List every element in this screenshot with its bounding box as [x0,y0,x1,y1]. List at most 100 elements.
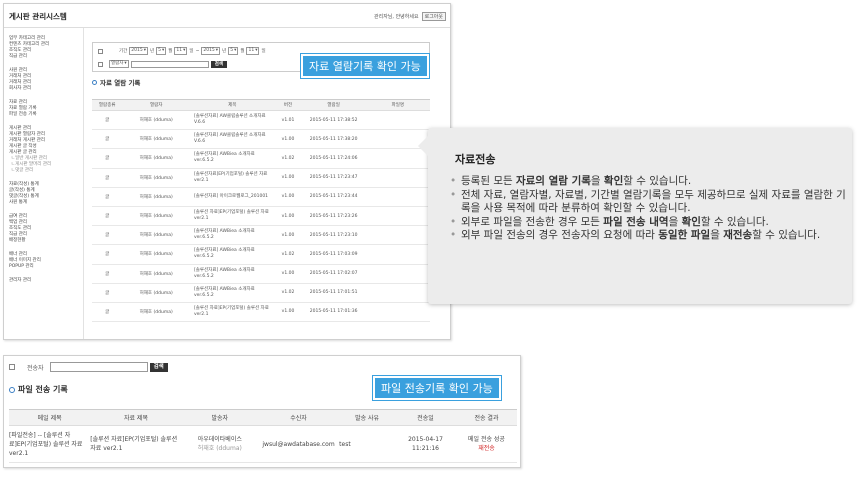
feature-tooltip: 자료전송 등록된 모든 자료의 열람 기록을 확인할 수 있습니다.전체 자료,… [418,128,852,304]
title-cell[interactable]: [솔루션 자료]EP(기업포털) 솔루션 자료 ver2.1 [190,206,275,227]
end-year-select[interactable]: 2015 [201,47,221,55]
table-row[interactable]: 글 허재호 (dduma) [솔루션자료] AW클립솔루션 소개자료 V.6.6 v1… [92,129,430,150]
table-row[interactable]: 글 허재호 (dduma) [솔루션자료] AWBiea 소개자료 ver.6.5.… [92,148,430,169]
tooltip-title: 자료전송 [455,153,496,166]
column-header[interactable]: 제목 [190,99,275,111]
column-header[interactable]: 발송 사유 [339,409,396,426]
resend-link[interactable]: 재전송 [456,444,517,453]
table-row[interactable]: 글 허재호 (dduma) [솔루션 자료]EP(기업포털) 솔루션 자료 ver2… [92,206,430,227]
sidebar-item[interactable]: POPUP 관리 [9,264,83,270]
sidebar-item[interactable]: ㄴ댓글 관리 [9,168,83,174]
field-select[interactable]: 열람자 [109,60,129,68]
title-cell[interactable]: [솔루션자료]EP(기업포털) 솔루션 자료 ver2.1 [190,168,275,188]
sidebar-item[interactable]: 사원 통계 [9,200,83,206]
sidebar-item[interactable]: 파일 전송 기록 [9,112,83,118]
date-cell: 2015-05-11 17:23:26 [301,206,366,227]
table-row[interactable]: 글 허재호 (dduma) [솔루션자료] AWBiea 소개자료 ver.6.5.… [92,283,430,303]
tooltip-text: 을 [590,175,604,187]
sender-label: 전송자 [27,364,44,372]
sidebar-item[interactable]: 회사자 관리 [9,86,83,92]
column-header[interactable]: 수신자 [257,409,340,426]
doc-title-cell[interactable]: [솔루션 자료]EP(기업포털) 솔루션 자료 ver2.1 [90,425,182,463]
kind-cell: 글 [92,264,123,284]
filename-cell [365,225,430,246]
month-unit: 월 [240,49,245,54]
table-row[interactable]: 글 허재호 (dduma) [솔루션자료]EP(기업포털) 솔루션 자료 ver2.… [92,168,430,188]
date-cell: 2015-05-11 17:23:10 [301,225,366,246]
sidebar-group: 사원 관리 거래처 관리 거래처 관리 회사자 관리 [9,68,83,92]
viewer-cell: 허재호 (dduma) [122,302,190,323]
start-year-select[interactable]: 2015 [129,47,148,55]
table-row[interactable]: 글 허재호 (dduma) [솔루션자료] AW클립솔루션 소개자료 V.6.6 v1… [92,110,430,131]
title-cell[interactable]: [솔루션자료] AWBiea 소개자료 ver.6.5.2 [190,264,275,284]
view-log-callout: 자료 열람기록 확인 가능 [301,54,429,78]
title-cell[interactable]: [솔루션자료] AWBiea 소개자료 ver.6.5.2 [190,244,275,265]
version-cell: v1.00 [274,129,302,150]
sender-search-button[interactable]: 검색 [149,362,168,372]
table-row[interactable]: 글 허재호 (dduma) [솔루션자료] AWBiea 소개자료 ver.6.5.… [92,244,430,265]
table-row[interactable]: 글 허재호 (dduma) [솔루션 자료]EP(기업포털) 솔루션 자료 ver2… [92,302,430,323]
viewer-cell: 허재호 (dduma) [122,283,190,303]
search-input[interactable] [130,60,209,68]
title-cell[interactable]: [솔루션자료] AW클립솔루션 소개자료 V.6.6 [190,129,275,150]
column-header[interactable]: 발송자 [181,409,258,426]
field-checkbox[interactable] [98,61,103,67]
start-month-select[interactable]: 5 [156,47,167,55]
search-button[interactable]: 검색 [210,60,227,68]
tooltip-text: 할 수 있습니다. [700,215,769,228]
column-header[interactable]: 자료 제목 [90,409,182,426]
sidebar-item[interactable]: 관리자 관리 [9,278,83,284]
filename-cell [365,283,430,303]
viewer-cell: 허재호 (dduma) [122,264,190,284]
greeting-text: 관리자님, 안녕하세요 [374,14,419,20]
period-checkbox[interactable] [98,48,103,54]
title-cell[interactable]: [솔루션자료] AWBiea 소개자료 ver.6.5.2 [190,148,275,169]
title-cell[interactable]: [솔루션 자료]EP(기업포털) 솔루션 자료 ver2.1 [190,302,275,323]
title-cell[interactable]: [솔루션자료] AWBiea 소개자료 ver.6.5.2 [190,225,275,246]
mail-title-cell[interactable]: [파일전송] -- [솔루션 자료]EP(기업포털) 솔루션 자료 ver2.1 [9,425,91,463]
column-header[interactable]: 열람종류 [92,99,123,111]
sidebar-item[interactable]: 배정현황 [9,238,83,244]
column-header[interactable]: 열람자 [122,99,190,111]
top-bar: 게시판 관리시스템 관리자님, 안녕하세요 로그아웃 [4,4,450,28]
end-month-select[interactable]: 5 [228,47,239,55]
table-row[interactable]: 글 허재호 (dduma) [솔루션자료] 아이크로웹로그_201001 v1.00 2… [92,187,430,207]
app-title: 게시판 관리시스템 [9,12,67,21]
sender-checkbox[interactable] [9,364,15,370]
tooltip-text: 할 수 있습니다. [752,229,821,241]
sidebar-group: 배너 관리 배너 이미지 관리 POPUP 관리 [9,252,83,270]
column-header[interactable]: 버전 [274,99,302,111]
table-row[interactable]: 글 허재호 (dduma) [솔루션자료] AWBiea 소개자료 ver.6.5.… [92,264,430,284]
column-header[interactable]: 메일 제목 [9,409,91,426]
filename-cell [365,168,430,188]
file-transfer-callout: 파일 전송기록 확인 가능 [373,376,501,400]
viewer-cell: 허재호 (dduma) [122,148,190,169]
start-day-select[interactable]: 11 [174,47,188,55]
table-row[interactable]: 글 허재호 (dduma) [솔루션자료] AWBiea 소개자료 ver.6.5.… [92,225,430,246]
title-cell[interactable]: [솔루션자료] AWBiea 소개자료 ver.6.5.2 [190,283,275,303]
column-header[interactable]: 파일명 [365,99,430,111]
filename-cell [365,244,430,265]
sender-input[interactable] [49,362,148,372]
column-header[interactable]: 전송일 [395,409,456,426]
sidebar: 업무 카테고리 관리 컨텐츠 카테고리 관리 조직도 관리 직급 관리 사원 관리 거래처… [4,28,84,339]
table-row[interactable]: [파일전송] -- [솔루션 자료]EP(기업포털) 솔루션 자료 ver2.1… [9,425,517,463]
viewer-cell: 허재호 (dduma) [122,244,190,265]
tooltip-text: 등록된 모든 [461,175,516,187]
tooltip-bullet: 전체 자료, 열람자별, 자료별, 기간별 열람기록을 모두 제공하므로 실제 … [449,189,849,216]
kind-cell: 글 [92,302,123,323]
logout-button[interactable]: 로그아웃 [421,12,446,21]
date-cell: 2015-05-11 17:38:20 [301,129,366,150]
tooltip-bold-text: 확인 [603,175,624,187]
sidebar-group: 게시판 관리 게시판 열람자 관리 거래처 게시판 관리 게시판 글 작성 게시판 글 … [9,126,83,156]
title-cell[interactable]: [솔루션자료] AW클립솔루션 소개자료 V.6.6 [190,110,275,131]
end-day-select[interactable]: 11 [246,47,260,55]
column-header[interactable]: 전송 결과 [455,409,517,426]
sidebar-item[interactable]: 직급 관리 [9,54,83,60]
filename-cell [365,187,430,207]
column-header[interactable]: 열람일 [301,99,366,111]
title-cell[interactable]: [솔루션자료] 아이크로웹로그_201001 [190,187,275,207]
file-transfer-title-text: 파일 전송 기록 [18,385,68,394]
version-cell: v1.00 [274,206,302,227]
kind-cell: 글 [92,283,123,303]
